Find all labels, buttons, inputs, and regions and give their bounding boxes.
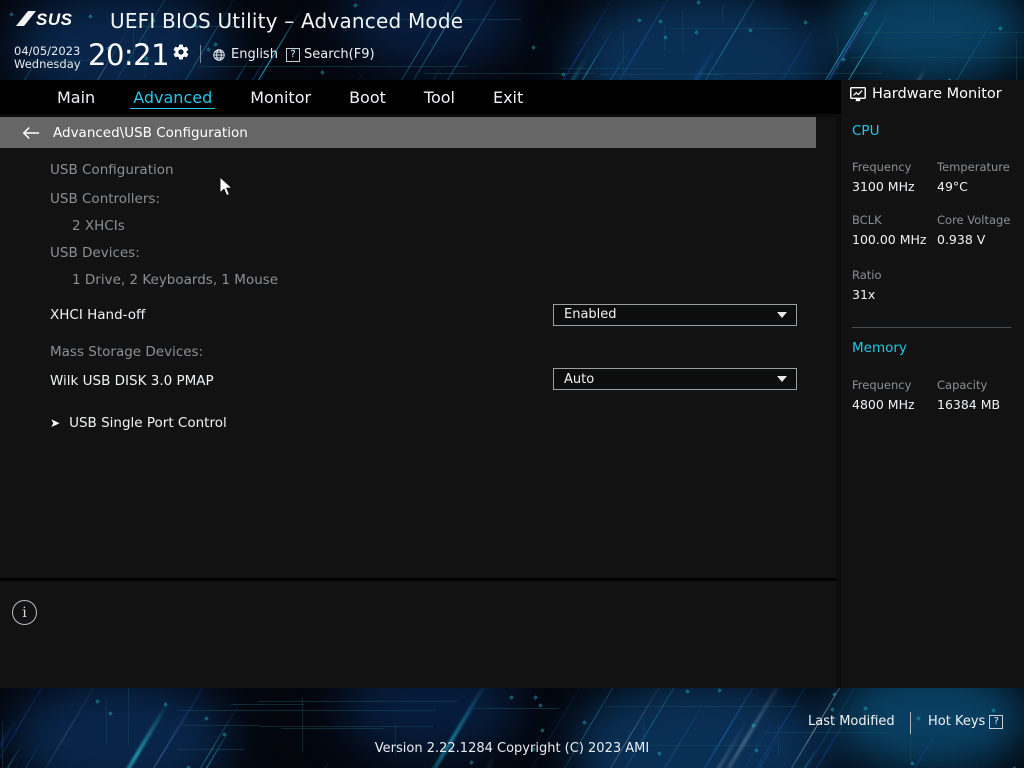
row-usb-devices-value: 1 Drive, 2 Keyboards, 1 Mouse: [0, 266, 836, 293]
tab-main[interactable]: Main: [38, 80, 114, 114]
footer-divider: [910, 712, 911, 734]
cpu-temperature-value: 49°C: [937, 179, 968, 194]
info-circle-icon[interactable]: i: [12, 600, 37, 625]
hot-keys-button[interactable]: Hot Keys ?: [928, 714, 1003, 729]
row-wilk-usb-disk[interactable]: Wilk USB DISK 3.0 PMAP Auto: [0, 367, 836, 394]
chevron-down-icon: [777, 376, 787, 382]
wilk-usb-disk-dropdown[interactable]: Auto: [553, 368, 797, 390]
clock-display: 20:21: [88, 41, 169, 70]
xhci-handoff-value: Enabled: [564, 307, 617, 322]
cpu-frequency-value: 3100 MHz: [852, 179, 915, 194]
cpu-bclk-value: 100.00 MHz: [852, 232, 926, 247]
date-display: 04/05/2023 Wednesday: [14, 45, 81, 71]
hardware-monitor-title-text: Hardware Monitor: [872, 86, 1002, 102]
last-modified-button[interactable]: Last Modified: [808, 714, 895, 729]
sidebar-section-cpu: CPU: [852, 123, 879, 139]
row-usb-devices: USB Devices:: [0, 239, 836, 266]
usb-single-port-control-item[interactable]: ➤ USB Single Port Control: [50, 415, 227, 431]
breadcrumb-path: Advanced\USB Configuration: [53, 125, 248, 141]
wilk-usb-disk-value: Auto: [564, 372, 594, 387]
cpu-bclk-key: BCLK: [852, 213, 882, 227]
usb-devices-value: 1 Drive, 2 Keyboards, 1 Mouse: [72, 272, 278, 288]
row-usb-single-port-control[interactable]: ➤ USB Single Port Control: [0, 409, 836, 436]
cpu-core-voltage-value: 0.938 V: [937, 232, 985, 247]
tab-exit[interactable]: Exit: [474, 80, 542, 114]
gear-icon[interactable]: [172, 43, 190, 61]
header-divider: [200, 45, 201, 63]
page-title: UEFI BIOS Utility – Advanced Mode: [110, 9, 463, 33]
right-arrow-icon: ➤: [50, 417, 60, 429]
cpu-ratio-key: Ratio: [852, 268, 882, 282]
help-panel: i: [0, 581, 836, 688]
hardware-monitor-title: Hardware Monitor: [850, 86, 1002, 102]
hardware-monitor-sidebar: Hardware Monitor CPU Frequency 3100 MHz …: [841, 80, 1024, 688]
row-usb-controllers: USB Controllers:: [0, 185, 836, 212]
hot-keys-key-badge: ?: [989, 715, 1003, 729]
row-usb-controllers-value: 2 XHCIs: [0, 212, 836, 239]
cpu-core-voltage-key: Core Voltage: [937, 213, 1010, 227]
main-content-panel: Advanced\USB Configuration USB Configura…: [0, 117, 836, 578]
language-label: English: [231, 47, 278, 62]
memory-capacity-value: 16384 MB: [937, 397, 1000, 412]
monitor-chart-icon: [850, 87, 866, 102]
memory-capacity-key: Capacity: [937, 378, 987, 392]
usb-devices-label: USB Devices:: [50, 245, 140, 261]
row-xhci-handoff[interactable]: XHCI Hand-off Enabled: [0, 301, 836, 328]
top-banner: SUS UEFI BIOS Utility – Advanced Mode 04…: [0, 0, 1024, 80]
row-usb-configuration: USB Configuration: [0, 156, 836, 183]
asus-logo-mark: SUS: [14, 8, 98, 30]
globe-icon: [212, 48, 226, 62]
tab-boot[interactable]: Boot: [330, 80, 405, 114]
row-mass-storage-devices: Mass Storage Devices:: [0, 338, 836, 365]
search-key-badge: ?: [286, 48, 300, 62]
chevron-down-icon: [777, 312, 787, 318]
breadcrumb[interactable]: Advanced\USB Configuration: [0, 117, 816, 148]
svg-text:SUS: SUS: [36, 10, 73, 29]
search-button[interactable]: ? Search(F9): [286, 47, 375, 62]
usb-single-port-control-label: USB Single Port Control: [69, 415, 227, 431]
usb-controllers-value: 2 XHCIs: [72, 218, 125, 234]
hot-keys-label: Hot Keys: [928, 714, 985, 729]
xhci-handoff-label: XHCI Hand-off: [50, 307, 145, 323]
usb-controllers-label: USB Controllers:: [50, 191, 160, 207]
back-arrow-icon[interactable]: [22, 126, 40, 140]
sidebar-section-divider: [852, 327, 1011, 328]
memory-frequency-value: 4800 MHz: [852, 397, 915, 412]
cpu-frequency-key: Frequency: [852, 160, 911, 174]
xhci-handoff-dropdown[interactable]: Enabled: [553, 304, 797, 326]
wilk-usb-disk-label: Wilk USB DISK 3.0 PMAP: [50, 373, 214, 389]
mass-storage-devices-label: Mass Storage Devices:: [50, 344, 203, 360]
cpu-ratio-value: 31x: [852, 287, 875, 302]
tab-advanced[interactable]: Advanced: [114, 80, 231, 114]
bios-screen: SUS UEFI BIOS Utility – Advanced Mode 04…: [0, 0, 1024, 768]
tab-monitor[interactable]: Monitor: [231, 80, 330, 114]
asus-logo: SUS: [14, 8, 98, 30]
cpu-temperature-key: Temperature: [937, 160, 1010, 174]
memory-frequency-key: Frequency: [852, 378, 911, 392]
usb-configuration-heading: USB Configuration: [50, 162, 174, 178]
weekday-value: Wednesday: [14, 58, 81, 71]
tab-tool[interactable]: Tool: [405, 80, 474, 114]
menu-items: Main Advanced Monitor Boot Tool Exit: [38, 80, 542, 114]
search-label: Search(F9): [304, 47, 375, 62]
language-button[interactable]: English: [212, 47, 278, 62]
version-text: Version 2.22.1284 Copyright (C) 2023 AMI: [0, 741, 1024, 756]
sidebar-section-memory: Memory: [852, 340, 907, 356]
